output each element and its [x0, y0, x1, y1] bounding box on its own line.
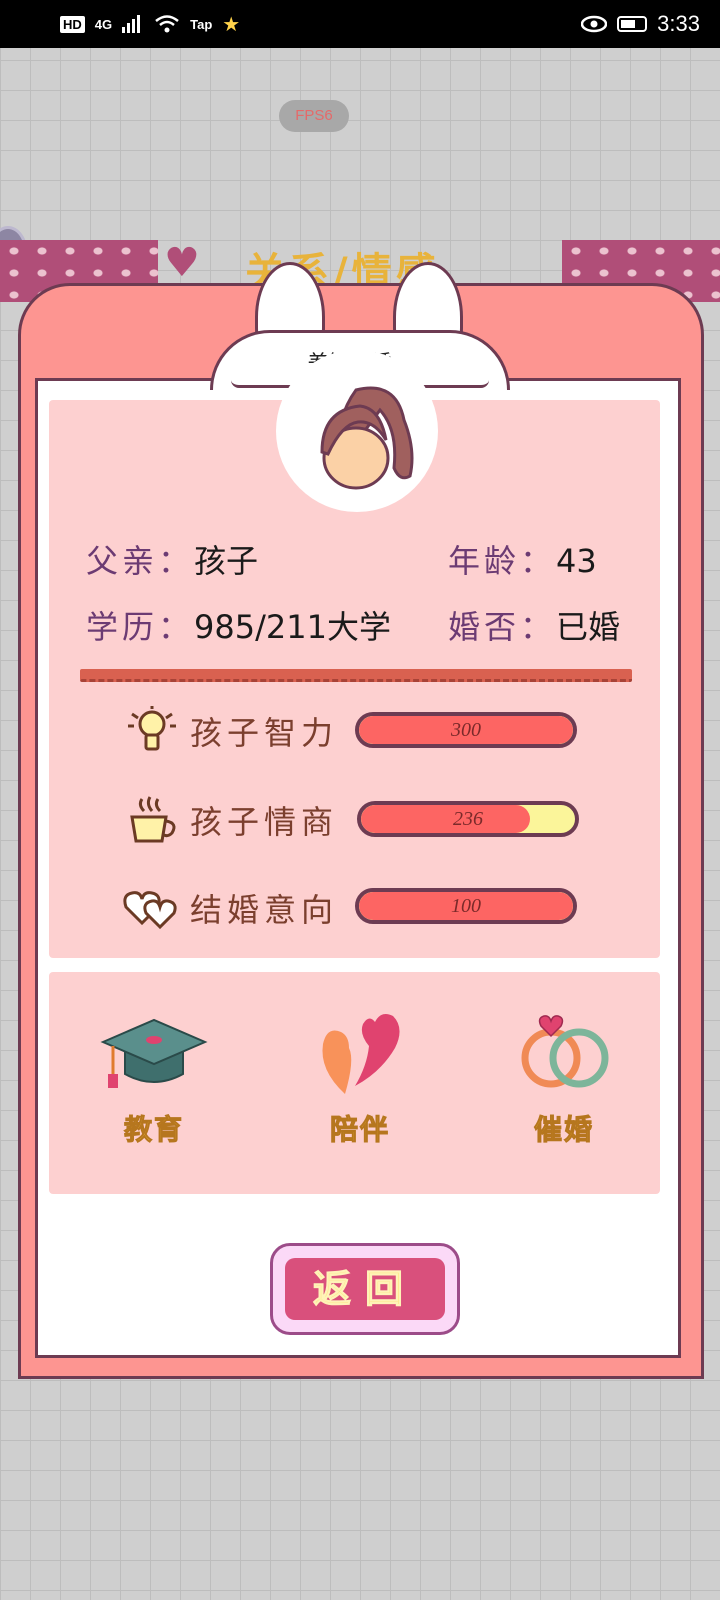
age-label: 年龄：: [448, 542, 557, 580]
heart-icon: ♥: [164, 240, 200, 286]
intelligence-bar: 300: [355, 712, 577, 748]
stat-row-intelligence: 孩子智力: [122, 706, 340, 756]
bar-value: 100: [451, 895, 481, 917]
action-label: 陪伴: [329, 1113, 390, 1147]
education-row: 学历： 985/211大学: [86, 602, 391, 648]
tap-badge: Tap: [190, 16, 213, 32]
marriage-bar: 100: [355, 888, 577, 924]
age-row: 年龄： 43: [448, 536, 597, 582]
hd-indicator: HD: [60, 15, 85, 33]
coffee-cup-icon: [130, 796, 176, 843]
divider: [80, 669, 632, 682]
marital-value: 已婚: [556, 608, 621, 646]
education-value: 985/211大学: [194, 608, 391, 646]
clock: 3:33: [657, 11, 700, 36]
urge-marriage-button[interactable]: 催婚: [494, 1010, 634, 1170]
action-label: 催婚: [533, 1113, 594, 1147]
stat-label: 孩子智力: [190, 714, 339, 752]
hearts-icon: [123, 891, 177, 930]
stat-row-marriage: 结婚意向: [122, 883, 340, 933]
fps-counter: FPS6: [279, 100, 349, 132]
marital-label: 婚否：: [448, 608, 557, 646]
relation-row: 父亲： 孩子: [86, 536, 258, 582]
back-button[interactable]: 返回: [270, 1243, 460, 1335]
marital-row: 婚否： 已婚: [448, 602, 620, 648]
two-hearts-icon: [322, 1014, 400, 1094]
stat-label: 结婚意向: [190, 891, 339, 929]
signal-icon: [122, 15, 141, 33]
relation-label: 父亲：: [86, 542, 195, 580]
girl-avatar-icon: [320, 386, 414, 490]
stat-label: 孩子情商: [190, 803, 339, 841]
star-icon: ★: [222, 13, 241, 36]
eq-bar: 236: [357, 801, 579, 837]
wifi-icon: [155, 15, 179, 33]
stat-row-eq: 孩子情商: [122, 795, 340, 845]
lightbulb-icon: [128, 706, 176, 751]
eye-icon: [581, 15, 608, 33]
accompany-button[interactable]: 陪伴: [290, 1010, 430, 1170]
educate-button[interactable]: 教育: [84, 1010, 224, 1170]
status-bar: HD 4G Tap ★ 3:33: [0, 0, 720, 48]
bar-value: 300: [451, 719, 481, 741]
rings-icon: [521, 1015, 609, 1088]
avatar: [276, 350, 438, 512]
action-label: 教育: [123, 1113, 184, 1147]
education-label: 学历：: [86, 608, 195, 646]
relation-value: 孩子: [194, 542, 259, 580]
bar-value: 236: [453, 808, 483, 830]
age-value: 43: [556, 542, 597, 580]
back-button-label: 返回: [285, 1258, 445, 1320]
graduation-cap-icon: [100, 1018, 208, 1088]
signal-label: 4G: [94, 16, 113, 32]
battery-icon: [617, 16, 648, 32]
